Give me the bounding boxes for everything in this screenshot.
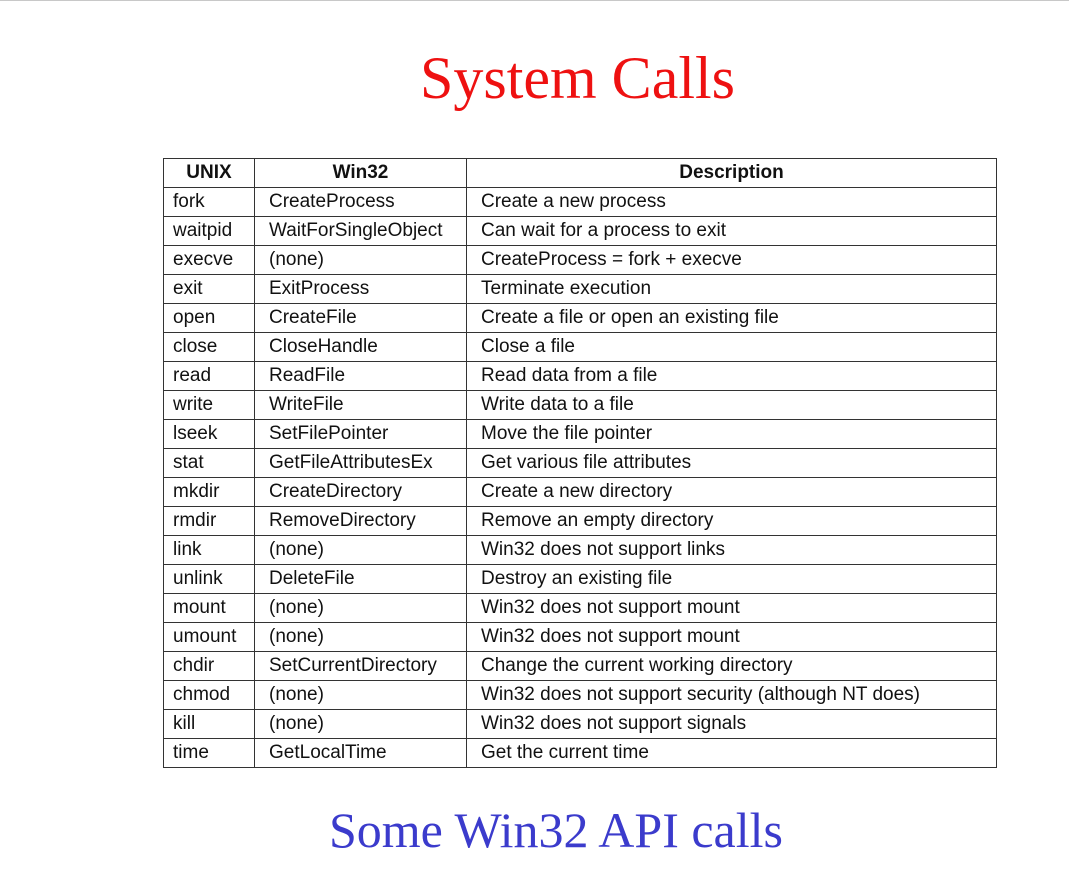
description-cell: Can wait for a process to exit xyxy=(466,216,997,246)
win32-call-cell: SetCurrentDirectory xyxy=(254,651,467,681)
win32-call-cell: DeleteFile xyxy=(254,564,467,594)
table-row: chdir SetCurrentDirectory Change the curre… xyxy=(163,651,997,681)
system-calls-table: UNIX Win32 Description fork CreateProcess… xyxy=(163,158,997,768)
win32-call-cell: (none) xyxy=(254,535,467,565)
win32-call-cell: (none) xyxy=(254,593,467,623)
unix-call-cell: open xyxy=(163,303,255,333)
win32-call-cell: CreateFile xyxy=(254,303,467,333)
column-header-win32: Win32 xyxy=(254,158,467,188)
table-body: fork CreateProcess Create a new process wai… xyxy=(163,187,997,768)
win32-call-cell: (none) xyxy=(254,709,467,739)
unix-call-cell: umount xyxy=(163,622,255,652)
unix-call-cell: kill xyxy=(163,709,255,739)
unix-call-cell: rmdir xyxy=(163,506,255,536)
table-row: execve (none) CreateProcess = fork + execv… xyxy=(163,245,997,275)
win32-call-cell: WaitForSingleObject xyxy=(254,216,467,246)
table-row: mount (none) Win32 does not support mount xyxy=(163,593,997,623)
unix-call-cell: link xyxy=(163,535,255,565)
column-header-unix: UNIX xyxy=(163,158,255,188)
description-cell: CreateProcess = fork + execve xyxy=(466,245,997,275)
unix-call-cell: stat xyxy=(163,448,255,478)
description-cell: Terminate execution xyxy=(466,274,997,304)
unix-call-cell: execve xyxy=(163,245,255,275)
win32-call-cell: RemoveDirectory xyxy=(254,506,467,536)
win32-call-cell: ReadFile xyxy=(254,361,467,391)
table-row: chmod (none) Win32 does not support securi… xyxy=(163,680,997,710)
win32-call-cell: ExitProcess xyxy=(254,274,467,304)
description-cell: Create a new directory xyxy=(466,477,997,507)
description-cell: Move the file pointer xyxy=(466,419,997,449)
table-row: fork CreateProcess Create a new process xyxy=(163,187,997,217)
description-cell: Get various file attributes xyxy=(466,448,997,478)
table-row: kill (none) Win32 does not support signals xyxy=(163,709,997,739)
unix-call-cell: read xyxy=(163,361,255,391)
unix-call-cell: mount xyxy=(163,593,255,623)
table-row: read ReadFile Read data from a file xyxy=(163,361,997,391)
table-row: stat GetFileAttributesEx Get various file … xyxy=(163,448,997,478)
description-cell: Win32 does not support security (althoug… xyxy=(466,680,997,710)
description-cell: Create a file or open an existing file xyxy=(466,303,997,333)
win32-call-cell: (none) xyxy=(254,245,467,275)
unix-call-cell: write xyxy=(163,390,255,420)
description-cell: Close a file xyxy=(466,332,997,362)
win32-call-cell: GetFileAttributesEx xyxy=(254,448,467,478)
table-row: umount (none) Win32 does not support mount xyxy=(163,622,997,652)
table-row: close CloseHandle Close a file xyxy=(163,332,997,362)
unix-call-cell: fork xyxy=(163,187,255,217)
table-row: mkdir CreateDirectory Create a new directo… xyxy=(163,477,997,507)
description-cell: Win32 does not support mount xyxy=(466,622,997,652)
description-cell: Win32 does not support links xyxy=(466,535,997,565)
top-divider xyxy=(0,0,1069,1)
unix-call-cell: chdir xyxy=(163,651,255,681)
unix-call-cell: close xyxy=(163,332,255,362)
description-cell: Remove an empty directory xyxy=(466,506,997,536)
unix-call-cell: lseek xyxy=(163,419,255,449)
description-cell: Read data from a file xyxy=(466,361,997,391)
unix-call-cell: mkdir xyxy=(163,477,255,507)
description-cell: Win32 does not support mount xyxy=(466,593,997,623)
table-row: link (none) Win32 does not support links xyxy=(163,535,997,565)
win32-call-cell: CreateProcess xyxy=(254,187,467,217)
unix-call-cell: exit xyxy=(163,274,255,304)
table-row: time GetLocalTime Get the current time xyxy=(163,738,997,768)
table-row: rmdir RemoveDirectory Remove an empty dire… xyxy=(163,506,997,536)
description-cell: Write data to a file xyxy=(466,390,997,420)
table-row: lseek SetFilePointer Move the file pointer xyxy=(163,419,997,449)
description-cell: Get the current time xyxy=(466,738,997,768)
win32-call-cell: (none) xyxy=(254,680,467,710)
win32-call-cell: CloseHandle xyxy=(254,332,467,362)
unix-call-cell: waitpid xyxy=(163,216,255,246)
win32-call-cell: SetFilePointer xyxy=(254,419,467,449)
unix-call-cell: chmod xyxy=(163,680,255,710)
unix-call-cell: unlink xyxy=(163,564,255,594)
win32-call-cell: WriteFile xyxy=(254,390,467,420)
table-row: exit ExitProcess Terminate execution xyxy=(163,274,997,304)
slide-caption: Some Win32 API calls xyxy=(328,802,783,858)
table-row: unlink DeleteFile Destroy an existing file xyxy=(163,564,997,594)
column-header-description: Description xyxy=(466,158,997,188)
description-cell: Destroy an existing file xyxy=(466,564,997,594)
description-cell: Change the current working directory xyxy=(466,651,997,681)
table-header-row: UNIX Win32 Description xyxy=(163,158,997,188)
win32-call-cell: CreateDirectory xyxy=(254,477,467,507)
table-row: open CreateFile Create a file or open an e… xyxy=(163,303,997,333)
description-cell: Win32 does not support signals xyxy=(466,709,997,739)
table-row: waitpid WaitForSingleObject Can wait for a… xyxy=(163,216,997,246)
win32-call-cell: GetLocalTime xyxy=(254,738,467,768)
win32-call-cell: (none) xyxy=(254,622,467,652)
description-cell: Create a new process xyxy=(466,187,997,217)
slide-title: System Calls xyxy=(419,45,736,111)
system-calls-table-container: UNIX Win32 Description fork CreateProcess… xyxy=(163,158,997,768)
unix-call-cell: time xyxy=(163,738,255,768)
table-row: write WriteFile Write data to a file xyxy=(163,390,997,420)
